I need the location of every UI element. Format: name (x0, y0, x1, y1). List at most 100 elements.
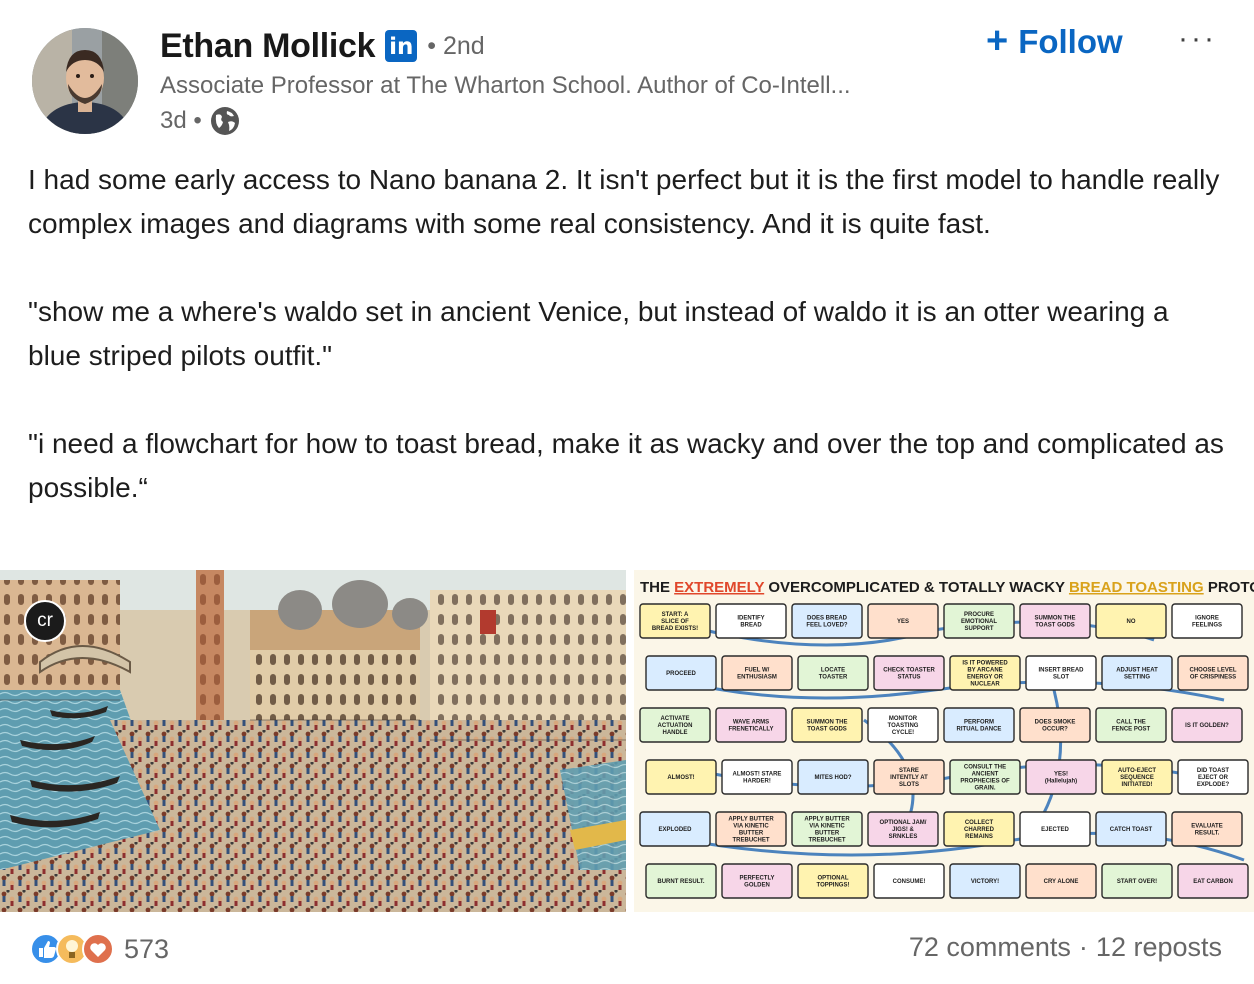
flowchart-node: CATCH TOAST (1095, 811, 1167, 847)
flowchart-node: IDENTIFY BREAD (715, 603, 787, 639)
flowchart-node: DID TOAST EJECT OR EXPLODE? (1177, 759, 1249, 795)
post-paragraph-3: "i need a flowchart for how to toast bre… (28, 428, 1224, 503)
flowchart-node: COLLECT CHARRED REMAINS (943, 811, 1015, 847)
avatar-portrait (32, 28, 138, 134)
flowchart-node-label: AUTO-EJECT SEQUENCE INITIATED! (1118, 768, 1157, 788)
flowchart-node: PROCEED (645, 655, 717, 691)
author-headline[interactable]: Associate Professor at The Wharton Schoo… (160, 72, 851, 100)
connection-degree: • 2nd (427, 31, 485, 60)
flowchart-node-label: EJECTED (1041, 827, 1069, 833)
flowchart-node-label: EXPLODED (658, 827, 692, 833)
flowchart-node: START: A SLICE OF BREAD EXISTS! (639, 603, 711, 639)
flowchart-node: CALL THE FENCE POST (1095, 707, 1167, 743)
flowchart-node: CONSUME! (873, 863, 945, 899)
comments-count-link[interactable]: 72 comments (909, 932, 1071, 963)
flowchart-node-label: MONITOR TOASTING CYCLE! (888, 716, 919, 736)
author-name-row: Ethan Mollick in • 2nd (160, 26, 485, 66)
flowchart-node-label: OPTIONAL TOPPINGS! (817, 876, 850, 889)
post-meta: 3d • (160, 106, 240, 136)
flowchart-node-label: START OVER! (1117, 879, 1157, 885)
flowchart-node: EJECTED (1019, 811, 1091, 847)
flowchart-node-label: ACTIVATE ACTUATION HANDLE (658, 716, 693, 736)
flowchart-node-label: CONSUME! (893, 879, 926, 885)
reposts-count-link[interactable]: 12 reposts (1096, 932, 1222, 963)
flowchart-node-label: SUMMON THE TOAST GODS (1035, 616, 1076, 629)
flowchart-node: OPTIONAL TOPPINGS! (797, 863, 869, 899)
follow-button[interactable]: + Follow (986, 20, 1123, 63)
content-credentials-badge[interactable]: cr (24, 600, 66, 642)
love-icon (82, 933, 114, 965)
flowchart-node: ADJUST HEAT SETTING (1101, 655, 1173, 691)
flowchart-illustration: THE EXTREMELY OVERCOMPLICATED & TOTALLY … (634, 570, 1254, 912)
flowchart-node-label: VICTORY! (971, 879, 999, 885)
flowchart-node: IS IT POWERED BY ARCANE ENERGY OR NUCLEAR (949, 655, 1021, 691)
separator-dot: · (1078, 932, 1088, 962)
flowchart-node: LOCATE TOASTER (797, 655, 869, 691)
flowchart-image[interactable]: THE EXTREMELY OVERCOMPLICATED & TOTALLY … (634, 570, 1254, 912)
flowchart-title-part: PROTOCOL! (1204, 579, 1254, 596)
flowchart-node: YES! (Hallelujah) (1025, 759, 1097, 795)
post-paragraph-1: I had some early access to Nano banana 2… (28, 164, 1220, 239)
flowchart-title-emphasis: BREAD TOASTING (1069, 579, 1204, 596)
flowchart-title-emphasis: EXTREMELY (674, 579, 764, 596)
more-options-button[interactable]: ··· (1178, 22, 1217, 56)
flowchart-node: AUTO-EJECT SEQUENCE INITIATED! (1101, 759, 1173, 795)
flowchart-node: ALMOST! (645, 759, 717, 795)
follow-label: Follow (1018, 22, 1123, 60)
flowchart-node: PERFECTLY GOLDEN (721, 863, 793, 899)
flowchart-node: CRY ALONE (1025, 863, 1097, 899)
flowchart-node-label: NO (1127, 619, 1136, 625)
flowchart-node: APPLY BUTTER VIA KINETIC BUTTER TREBUCHET (715, 811, 787, 847)
flowchart-node: OPTIONAL JAM/JIGS! & SRNKLES (867, 811, 939, 847)
reactions-count: 573 (124, 933, 170, 964)
author-avatar[interactable] (32, 28, 138, 134)
venice-image[interactable] (0, 570, 626, 912)
flowchart-node-label: IS IT GOLDEN? (1185, 723, 1229, 729)
flowchart-node: CONSULT THE ANCIENT PROPHECIES OF GRAIN. (949, 759, 1021, 795)
flowchart-node: ALMOST! STARE HARDER! (721, 759, 793, 795)
flowchart-node-label: SUMMON THE TOAST GODS (807, 720, 848, 733)
flowchart-node: EVALUATE RESULT. (1171, 811, 1243, 847)
flowchart-node: DOES BREAD FEEL LOVED? (791, 603, 863, 639)
flowchart-node-label: CRY ALONE (1044, 879, 1079, 885)
flowchart-node-label: CALL THE FENCE POST (1112, 720, 1151, 733)
flowchart-node-label: DOES BREAD FEEL LOVED? (806, 616, 848, 629)
flowchart-node: START OVER! (1101, 863, 1173, 899)
flowchart-node-label: MITES HOD? (815, 775, 852, 781)
flowchart-node-label: IGNORE FEELINGS (1192, 616, 1222, 629)
flowchart-node: IS IT GOLDEN? (1171, 707, 1243, 743)
flowchart-title-part: OVERCOMPLICATED & TOTALLY WACKY (764, 579, 1069, 596)
flowchart-node-label: IDENTIFY BREAD (737, 616, 764, 629)
flowchart-node: EXPLODED (639, 811, 711, 847)
flowchart-node: VICTORY! (949, 863, 1021, 899)
flowchart-node: YES (867, 603, 939, 639)
flowchart-node: MITES HOD? (797, 759, 869, 795)
flowchart-node: STARE INTENTLY AT SLOTS (873, 759, 945, 795)
venice-illustration (0, 570, 626, 912)
flowchart-node-label: WAVE ARMS FRENETICALLY (728, 720, 773, 733)
flowchart-node: NO (1095, 603, 1167, 639)
flowchart-node-label: COLLECT CHARRED REMAINS (964, 820, 995, 840)
flowchart-node: WAVE ARMS FRENETICALLY (715, 707, 787, 743)
flowchart-node: FUEL W/ENTHUSIASM (721, 655, 793, 691)
reactions-summary[interactable]: 573 (30, 932, 169, 966)
globe-icon (210, 107, 239, 135)
post-time: 3d • (160, 107, 202, 134)
flowchart-node: SUMMON THE TOAST GODS (1019, 603, 1091, 639)
flowchart-node-label: LOCATE TOASTER (819, 668, 848, 681)
flowchart-node-label: CATCH TOAST (1110, 827, 1153, 833)
flowchart-node: EAT CARBON (1177, 863, 1249, 899)
flowchart-node-label: ALMOST! (667, 775, 694, 781)
svg-text:THE EXTREMELY OVERCOMPLICATED: THE EXTREMELY OVERCOMPLICATED & TOTALLY … (640, 579, 1254, 596)
flowchart-title-part: THE (640, 579, 674, 596)
flowchart-node: CHECK TOASTER STATUS (873, 655, 945, 691)
flowchart-node-label: EVALUATE RESULT. (1191, 824, 1222, 837)
reaction-icons (30, 933, 114, 965)
flowchart-node-label: PERFECTLY GOLDEN (739, 876, 774, 889)
author-name[interactable]: Ethan Mollick (160, 27, 376, 66)
flowchart-node: SUMMON THE TOAST GODS (791, 707, 863, 743)
flowchart-node-label: PROCURE EMOTIONAL SUPPORT (961, 612, 997, 632)
social-counts: 72 comments · 12 reposts (909, 932, 1222, 963)
flowchart-node: CHOOSE LEVEL OF CRISPINESS (1177, 655, 1249, 691)
flowchart-node: ACTIVATE ACTUATION HANDLE (639, 707, 711, 743)
